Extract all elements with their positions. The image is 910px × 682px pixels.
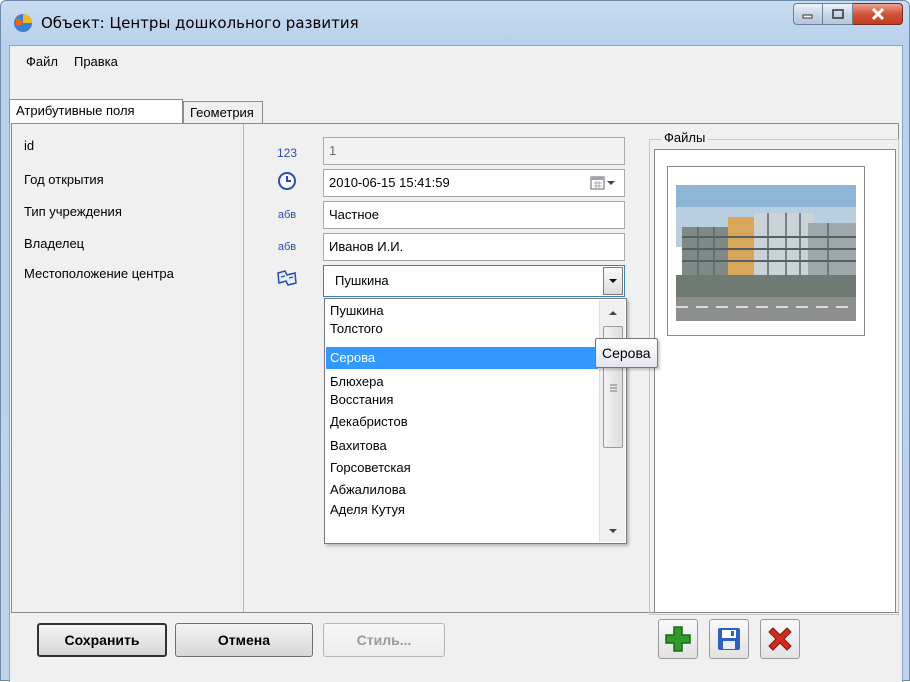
delete-x-icon: [768, 627, 792, 651]
floppy-disk-icon: [718, 628, 740, 650]
tab-attributes[interactable]: Атрибутивные поля: [9, 99, 183, 123]
menu-bar: Файл Правка: [10, 46, 902, 76]
chevron-down-icon: [609, 279, 617, 283]
label-id: id: [24, 138, 35, 153]
list-item[interactable]: Блюхера: [326, 373, 598, 391]
close-icon: [871, 8, 884, 20]
tab-geometry[interactable]: Геометрия: [183, 101, 263, 123]
label-owner: Владелец: [24, 236, 85, 251]
delete-file-button[interactable]: [760, 619, 800, 659]
app-globe-icon: [14, 14, 32, 32]
maximize-icon: [831, 9, 844, 19]
text-type-icon: абв: [277, 241, 297, 253]
combo-dropdown-button[interactable]: [603, 267, 623, 295]
scroll-down-button[interactable]: [600, 522, 626, 540]
files-group-title: Файлы: [661, 130, 709, 145]
app-window: Объект: Центры дошкольного развития Файл…: [0, 0, 910, 682]
text-type-icon: абв: [277, 209, 297, 221]
id-field[interactable]: 1: [323, 137, 625, 165]
close-button[interactable]: [853, 3, 903, 25]
year-value: 2010-06-15 15:41:59: [329, 175, 450, 190]
integer-type-icon: 123: [276, 146, 298, 160]
add-file-button[interactable]: [658, 619, 698, 659]
list-item[interactable]: Аделя Кутуя: [326, 501, 598, 519]
save-button[interactable]: Сохранить: [37, 623, 167, 657]
file-thumbnail[interactable]: [667, 166, 865, 336]
list-item[interactable]: Декабристов: [326, 413, 598, 431]
chevron-up-icon: [609, 311, 617, 315]
location-value: Пушкина: [335, 273, 389, 288]
menu-edit[interactable]: Правка: [66, 51, 126, 72]
window-controls: [793, 3, 903, 25]
calendar-dropdown-button[interactable]: [590, 175, 620, 191]
calendar-icon: [590, 176, 605, 190]
label-year: Год открытия: [24, 172, 104, 187]
cancel-button[interactable]: Отмена: [175, 623, 313, 657]
type-field[interactable]: Частное: [323, 201, 625, 229]
maximize-button[interactable]: [823, 3, 853, 25]
list-item[interactable]: Абжалилова: [326, 481, 598, 499]
window-title: Объект: Центры дошкольного развития: [41, 14, 359, 32]
location-dropdown-list[interactable]: Пушкина Толстого Серова Блюхера Восстани…: [324, 298, 627, 544]
chevron-down-icon: [607, 181, 615, 185]
plus-icon: [665, 626, 691, 652]
list-item[interactable]: Вахитова: [326, 437, 598, 455]
list-item[interactable]: Толстого: [326, 320, 598, 338]
chevron-down-icon: [609, 529, 617, 533]
title-bar[interactable]: Объект: Центры дошкольного развития: [1, 1, 909, 45]
minimize-icon: [802, 14, 813, 19]
style-button: Стиль...: [323, 623, 445, 657]
labels-column: id Год открытия Тип учреждения Владелец …: [12, 124, 244, 612]
location-combobox[interactable]: Пушкина: [323, 265, 625, 297]
scroll-up-button[interactable]: [600, 304, 626, 322]
list-scrollbar[interactable]: [599, 300, 625, 542]
save-file-button[interactable]: [709, 619, 749, 659]
list-item[interactable]: Пушкина: [326, 302, 598, 320]
item-tooltip: Серова: [595, 338, 658, 368]
list-item[interactable]: Восстания: [326, 391, 598, 409]
menu-file[interactable]: Файл: [18, 51, 66, 72]
owner-field[interactable]: Иванов И.И.: [323, 233, 625, 261]
minimize-button[interactable]: [793, 3, 823, 25]
list-item-highlighted[interactable]: Серова: [326, 347, 598, 369]
dictionary-icon: [277, 270, 297, 286]
year-field[interactable]: 2010-06-15 15:41:59: [323, 169, 625, 197]
files-list[interactable]: [654, 149, 896, 613]
building-photo: [672, 181, 860, 321]
label-type: Тип учреждения: [24, 204, 122, 219]
clock-icon: [278, 172, 296, 190]
list-item[interactable]: Горсоветская: [326, 459, 598, 477]
label-location: Местоположение центра: [24, 266, 174, 281]
